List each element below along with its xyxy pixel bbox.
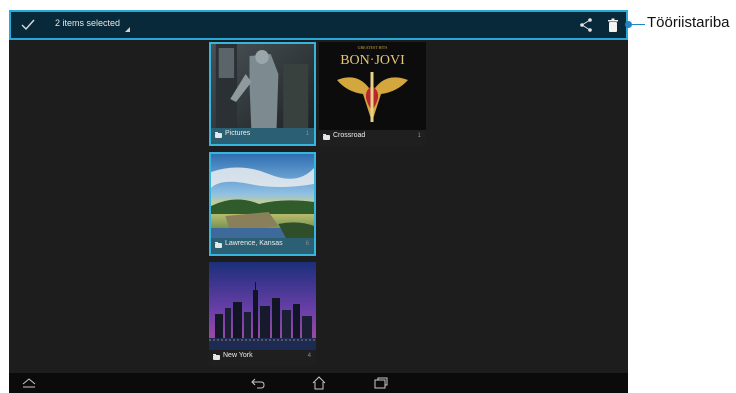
- back-icon[interactable]: [250, 376, 266, 390]
- album-tile-pictures[interactable]: Pictures 1: [209, 42, 316, 146]
- selection-count[interactable]: 2 items selected: [55, 18, 120, 28]
- home-icon[interactable]: [311, 375, 327, 391]
- check-icon[interactable]: [21, 18, 35, 32]
- album-tile-crossroad[interactable]: GREATEST HITS BON·JOVI Crossroad 1: [319, 42, 426, 146]
- cover-title: BON·JOVI: [340, 53, 405, 68]
- selection-dropdown-caret[interactable]: [125, 27, 130, 32]
- folder-icon: [215, 132, 222, 138]
- callout-leader-line: [628, 24, 645, 25]
- album-thumbnail: [211, 44, 314, 132]
- album-tile-new-york[interactable]: New York 4: [209, 262, 316, 366]
- album-count: 4: [307, 353, 311, 359]
- album-count: 1: [305, 131, 309, 137]
- album-caption: Lawrence, Kansas 6: [211, 238, 314, 254]
- folder-icon: [323, 134, 330, 140]
- album-caption: Crossroad 1: [319, 130, 426, 146]
- album-name: Crossroad: [333, 132, 366, 139]
- folder-icon: [213, 354, 220, 360]
- album-caption: New York 4: [209, 350, 316, 366]
- album-thumbnail: [211, 154, 314, 242]
- collapse-icon[interactable]: [21, 377, 37, 389]
- recent-apps-icon[interactable]: [373, 376, 389, 390]
- album-name: Lawrence, Kansas: [225, 240, 283, 247]
- album-caption: Pictures 1: [211, 128, 314, 144]
- share-icon[interactable]: [579, 17, 593, 33]
- system-nav-bar: [9, 373, 628, 393]
- album-name: New York: [223, 352, 253, 359]
- action-bar: 2 items selected: [9, 10, 628, 40]
- album-cover: GREATEST HITS BON·JOVI: [319, 42, 426, 130]
- album-tile-lawrence-kansas[interactable]: Lawrence, Kansas 6: [209, 152, 316, 256]
- trash-icon[interactable]: [607, 18, 619, 32]
- album-count: 1: [417, 133, 421, 139]
- callout-label: Tööriistariba: [647, 14, 730, 31]
- album-thumbnail: [209, 262, 316, 350]
- cover-subtitle: GREATEST HITS: [358, 45, 388, 50]
- album-count: 6: [305, 241, 309, 247]
- folder-icon: [215, 242, 222, 248]
- album-name: Pictures: [225, 130, 251, 137]
